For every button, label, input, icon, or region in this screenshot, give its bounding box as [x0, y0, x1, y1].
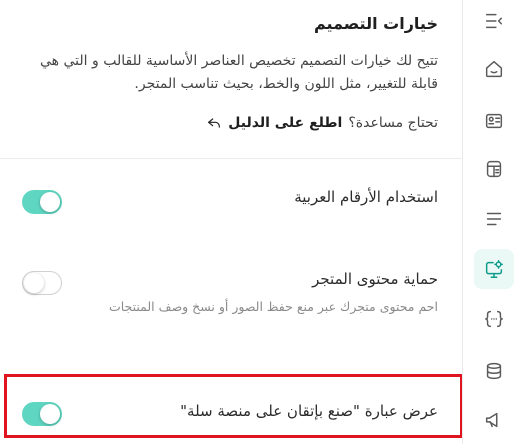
sidebar-item-id-card[interactable]: [474, 101, 514, 141]
section-description: تتيح لك خيارات التصميم تخصيص العناصر الأ…: [40, 53, 438, 92]
sidebar-item-home[interactable]: [474, 49, 514, 89]
toggle-knob: [40, 192, 60, 212]
app-frame: خيارات التصميم تتيح لك خيارات التصميم تخ…: [0, 0, 524, 444]
arabic-numerals-toggle[interactable]: [22, 190, 62, 214]
setting-label-store-protection: حماية محتوى المتجر: [312, 270, 438, 288]
sidebar-item-design[interactable]: [474, 249, 514, 289]
help-prompt: تحتاج مساعدة؟: [348, 115, 438, 131]
setting-label-arabic-numerals: استخدام الأرقام العربية: [294, 188, 438, 206]
layout-icon: [486, 160, 502, 178]
guide-link[interactable]: اطلع على الدليل: [206, 115, 342, 131]
megaphone-icon: [485, 412, 498, 428]
sidebar-item-database[interactable]: [474, 351, 514, 391]
sidebar-item-collapse[interactable]: [474, 1, 514, 41]
list-collapse-icon: [485, 13, 503, 29]
database-icon: [486, 362, 502, 380]
menu-icon: [486, 212, 502, 226]
reply-arrow-icon: [208, 118, 221, 128]
setting-sublabel-store-protection: احم محتوى متجرك عبر منع حفظ الصور أو نسخ…: [108, 299, 438, 314]
sidebar-item-marketing[interactable]: [474, 400, 514, 440]
monitor-settings-icon: [485, 260, 503, 278]
id-card-icon: [485, 113, 503, 129]
icon-sidebar: [462, 0, 524, 444]
section-title: خيارات التصميم: [313, 14, 438, 33]
home-icon: [485, 60, 503, 78]
help-row: تحتاج مساعدة؟ اطلع على الدليل: [206, 115, 438, 131]
guide-link-label: اطلع على الدليل: [228, 115, 343, 131]
sidebar-item-code[interactable]: [474, 299, 514, 339]
sidebar-item-menu[interactable]: [474, 199, 514, 239]
code-braces-icon: [485, 310, 503, 328]
highlight-box: [4, 374, 463, 438]
section-divider: [0, 158, 462, 159]
toggle-knob: [24, 273, 44, 293]
sidebar-item-layout[interactable]: [474, 149, 514, 189]
store-protection-toggle[interactable]: [22, 271, 62, 295]
